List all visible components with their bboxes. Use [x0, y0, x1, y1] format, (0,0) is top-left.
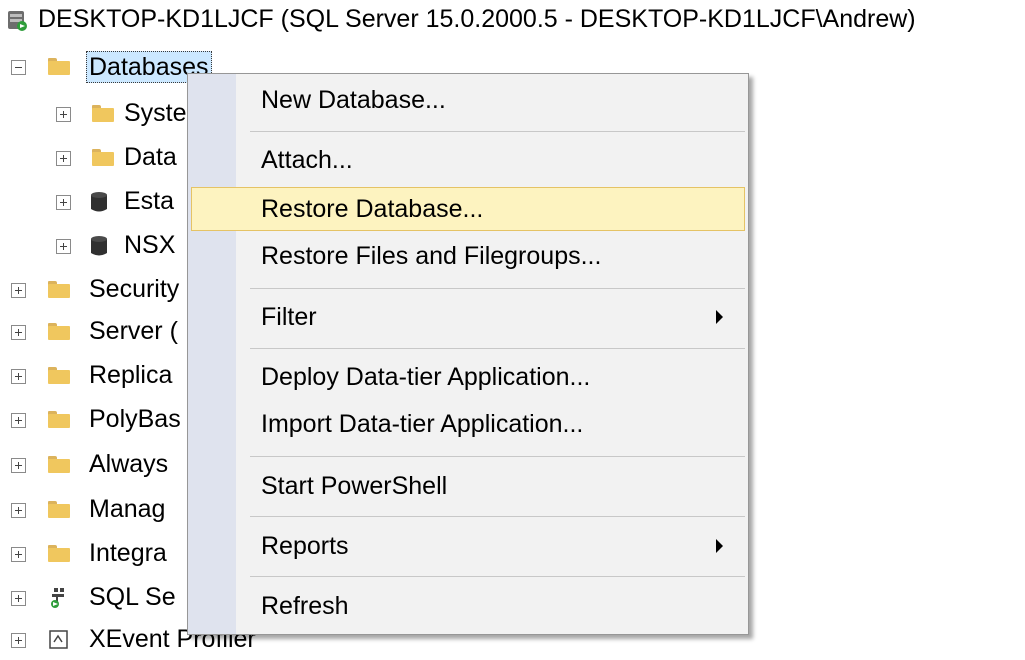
- expand-icon[interactable]: [56, 151, 71, 166]
- expand-icon[interactable]: [11, 458, 26, 473]
- tree-label: PolyBas: [89, 405, 181, 433]
- tree-item-database-snapshots[interactable]: Data: [0, 138, 190, 178]
- tree-item-security[interactable]: Security: [0, 270, 190, 310]
- expand-icon[interactable]: [56, 195, 71, 210]
- agent-icon: [51, 588, 64, 608]
- menu-separator: [250, 288, 745, 289]
- menu-item-import-data-tier[interactable]: Import Data-tier Application...: [191, 402, 745, 446]
- folder-icon: [48, 323, 70, 340]
- menu-item-label: Import Data-tier Application...: [261, 410, 584, 438]
- tree-item-server-objects[interactable]: Server (: [0, 312, 190, 352]
- tree-label: Integra: [89, 539, 167, 567]
- tree-label: NSX: [124, 231, 176, 259]
- tree-label: Replica: [89, 361, 173, 389]
- menu-item-label: Refresh: [261, 592, 349, 620]
- xevent-profiler-icon: [49, 630, 68, 649]
- folder-icon: [92, 105, 114, 122]
- folder-icon: [48, 367, 70, 384]
- menu-item-label: New Database...: [261, 86, 446, 114]
- tree-item-polybase[interactable]: PolyBas: [0, 400, 190, 440]
- folder-icon: [48, 456, 70, 473]
- menu-item-label: Filter: [261, 303, 317, 331]
- menu-item-label: Restore Database...: [261, 195, 484, 223]
- expand-icon[interactable]: [11, 413, 26, 428]
- expand-icon[interactable]: [11, 503, 26, 518]
- menu-item-label: Deploy Data-tier Application...: [261, 363, 591, 391]
- database-icon: [91, 192, 107, 212]
- server-icon: [8, 11, 27, 31]
- menu-item-restore-files[interactable]: Restore Files and Filegroups...: [191, 234, 745, 278]
- menu-item-filter[interactable]: Filter: [191, 295, 745, 339]
- menu-item-label: Attach...: [261, 146, 353, 174]
- folder-icon: [48, 545, 70, 562]
- tree-item-database[interactable]: NSX: [0, 226, 190, 266]
- collapse-icon[interactable]: [11, 60, 26, 75]
- expand-icon[interactable]: [11, 547, 26, 562]
- submenu-arrow-icon: [716, 539, 723, 553]
- tree-label: Security: [89, 275, 180, 303]
- tree-item-replication[interactable]: Replica: [0, 356, 190, 396]
- expand-icon[interactable]: [56, 107, 71, 122]
- tree-item-system-databases[interactable]: Syste: [0, 94, 190, 134]
- expand-icon[interactable]: [11, 633, 26, 648]
- menu-separator: [250, 348, 745, 349]
- tree-label: Server (: [89, 317, 178, 345]
- tree-label: Data: [124, 143, 177, 171]
- folder-icon: [48, 411, 70, 428]
- menu-separator: [250, 576, 745, 577]
- tree-item-always-on[interactable]: Always: [0, 445, 190, 485]
- server-label: DESKTOP-KD1LJCF (SQL Server 15.0.2000.5 …: [38, 5, 916, 33]
- database-icon: [91, 236, 107, 256]
- expand-icon[interactable]: [11, 325, 26, 340]
- expand-icon[interactable]: [11, 283, 26, 298]
- submenu-arrow-icon: [716, 310, 723, 324]
- menu-item-label: Restore Files and Filegroups...: [261, 242, 602, 270]
- menu-separator: [250, 456, 745, 457]
- menu-item-new-database[interactable]: New Database...: [191, 78, 745, 122]
- menu-item-label: Reports: [261, 532, 349, 560]
- tree-item-integration-services[interactable]: Integra: [0, 534, 190, 574]
- menu-item-label: Start PowerShell: [261, 472, 448, 500]
- expand-icon[interactable]: [11, 591, 26, 606]
- folder-icon: [92, 149, 114, 166]
- tree-item-management[interactable]: Manag: [0, 490, 190, 530]
- tree-label: SQL Se: [89, 583, 176, 611]
- tree-item-sql-server-agent[interactable]: SQL Se: [0, 578, 190, 618]
- tree-label: Always: [89, 450, 169, 478]
- tree-label: Manag: [89, 495, 166, 523]
- folder-icon: [48, 281, 70, 298]
- folder-icon: [48, 501, 70, 518]
- menu-item-deploy-data-tier[interactable]: Deploy Data-tier Application...: [191, 355, 745, 399]
- menu-item-refresh[interactable]: Refresh: [191, 584, 745, 628]
- tree-item-database[interactable]: Esta: [0, 182, 190, 222]
- tree-label: Esta: [124, 187, 175, 215]
- menu-item-reports[interactable]: Reports: [191, 524, 745, 568]
- expand-icon[interactable]: [11, 369, 26, 384]
- expand-icon[interactable]: [56, 239, 71, 254]
- folder-icon: [48, 58, 70, 75]
- tree-label: Syste: [124, 99, 187, 127]
- menu-item-restore-database[interactable]: Restore Database...: [191, 187, 745, 231]
- menu-separator: [250, 131, 745, 132]
- menu-item-attach[interactable]: Attach...: [191, 138, 745, 182]
- menu-separator: [250, 516, 745, 517]
- menu-item-start-powershell[interactable]: Start PowerShell: [191, 464, 745, 508]
- context-menu: New Database... Attach... Restore Databa…: [187, 73, 749, 635]
